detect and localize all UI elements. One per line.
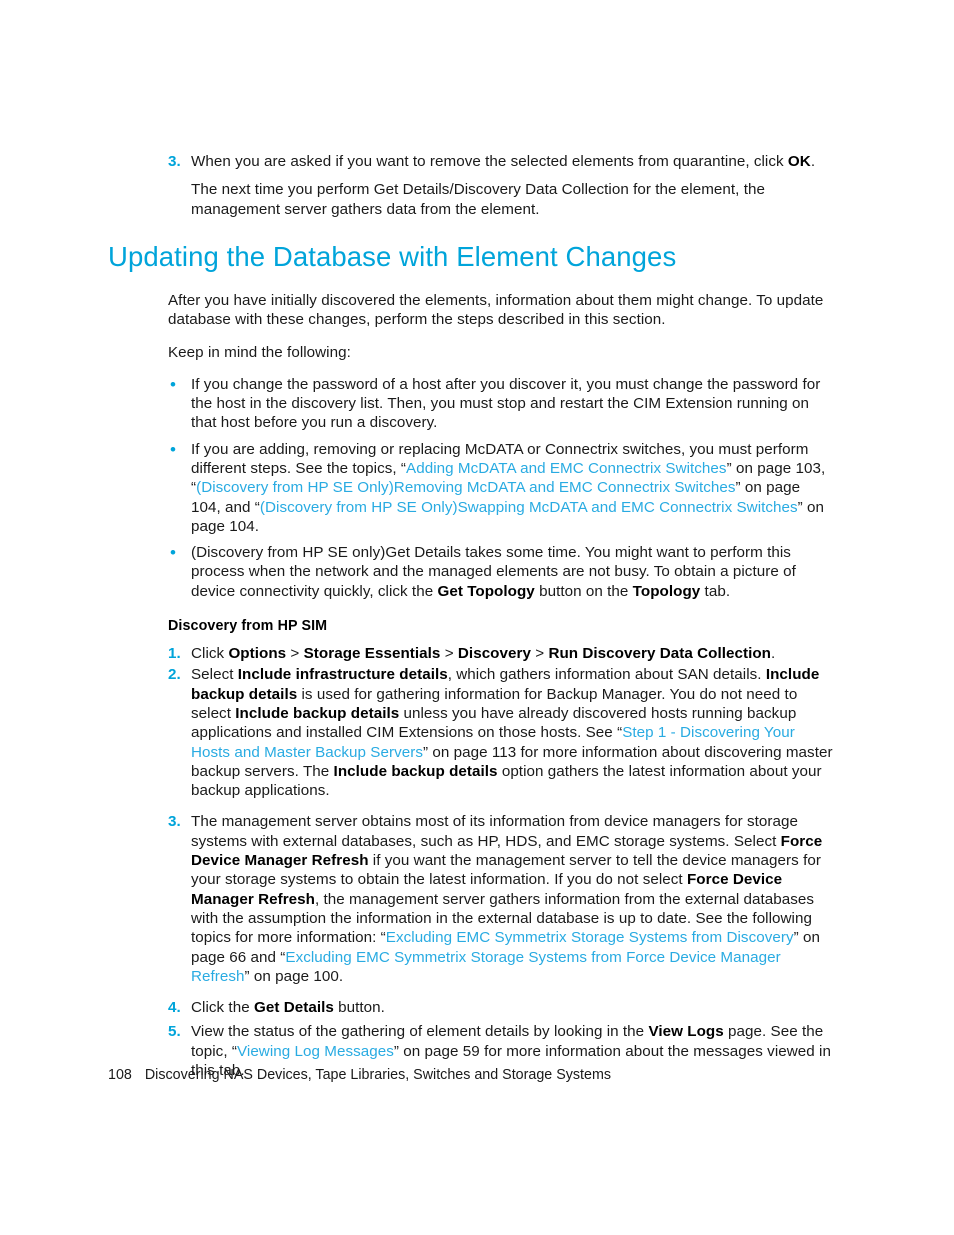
bold-include-infrastructure-details: Include infrastructure details xyxy=(237,666,448,684)
list-item-text: Select Include infrastructure details, w… xyxy=(191,666,833,799)
text-segment: button on the xyxy=(534,582,633,600)
list-item-step-3: 3. The management server obtains most of… xyxy=(108,812,834,986)
intro-paragraph-1: After you have initially discovered the … xyxy=(168,291,824,329)
text-segment: . xyxy=(771,645,776,663)
bullet-text: If you change the password of a host aft… xyxy=(191,375,821,432)
text-segment: > xyxy=(530,645,549,663)
list-marker: 2. xyxy=(168,666,181,684)
bold-get-topology: Get Topology xyxy=(437,582,535,600)
text-segment: button. xyxy=(333,999,385,1017)
bold-topology: Topology xyxy=(632,582,701,600)
text-segment: Click the xyxy=(191,999,254,1017)
list-marker: 5. xyxy=(168,1023,181,1041)
list-item-text: Click Options > Storage Essentials > Dis… xyxy=(191,645,775,662)
page-number: 108 xyxy=(108,1067,132,1083)
document-page: 3. When you are asked if you want to rem… xyxy=(0,0,954,1235)
list-marker: 3. xyxy=(168,153,181,170)
bold-get-details: Get Details xyxy=(253,999,334,1017)
text-segment: Click xyxy=(191,645,229,663)
cross-reference-link-excluding-emc-discovery[interactable]: Excluding EMC Symmetrix Storage Systems … xyxy=(386,929,794,946)
bullet-icon: • xyxy=(170,543,177,563)
text-segment: tab. xyxy=(700,582,731,600)
bullet-item-mcdata-switches: • If you are adding, removing or replaci… xyxy=(108,440,834,536)
text-segment: The management server obtains most of it… xyxy=(191,813,799,850)
list-item-step-4: 4. Click the Get Details button. xyxy=(108,998,834,1017)
page-title: Updating the Database with Element Chang… xyxy=(108,240,677,272)
bullet-icon: • xyxy=(170,439,177,459)
text-segment: ” on page 100. xyxy=(244,967,344,985)
list-marker: 1. xyxy=(168,645,181,663)
cross-reference-link-viewing-log-messages[interactable]: Viewing Log Messages xyxy=(237,1043,394,1060)
cross-reference-link-adding-mcdata[interactable]: Adding McDATA and EMC Connectrix Switche… xyxy=(406,460,727,477)
text-segment: > xyxy=(286,645,304,663)
bold-include-backup-details-3: Include backup details xyxy=(333,762,498,780)
list-item-text: When you are asked if you want to remove… xyxy=(191,153,815,170)
bold-discovery: Discovery xyxy=(457,645,531,663)
intro-paragraph-2: Keep in mind the following: xyxy=(168,344,351,362)
bold-run-discovery-data-collection: Run Discovery Data Collection xyxy=(548,645,772,663)
step-3-continuation: The next time you perform Get Details/Di… xyxy=(191,181,765,218)
bold-options: Options xyxy=(228,645,287,663)
bold-ok: OK xyxy=(787,153,811,170)
footer-chapter-title: Discovering NAS Devices, Tape Libraries,… xyxy=(144,1067,612,1083)
subsection-heading-discovery-hp-sim: Discovery from HP SIM xyxy=(168,618,328,635)
bullet-text: If you are adding, removing or replacing… xyxy=(191,441,825,535)
bullet-item-get-details-time: • (Discovery from HP SE only)Get Details… xyxy=(108,543,834,601)
list-item-text: The management server obtains most of it… xyxy=(191,813,822,984)
list-marker: 3. xyxy=(168,813,181,831)
list-item-text: Click the Get Details button. xyxy=(191,999,385,1016)
bullet-item-password: • If you change the password of a host a… xyxy=(108,375,834,433)
text-segment: Select xyxy=(191,666,238,684)
page-content: 3. When you are asked if you want to rem… xyxy=(108,152,834,1080)
list-item-step-3-carryover: 3. When you are asked if you want to rem… xyxy=(108,152,834,171)
text-segment: View the status of the gathering of elem… xyxy=(191,1023,649,1041)
text-segment: > xyxy=(440,645,458,663)
text-segment: When you are asked if you want to remove… xyxy=(191,153,788,170)
list-item-step-1: 1. Click Options > Storage Essentials > … xyxy=(108,644,834,663)
bold-view-logs: View Logs xyxy=(648,1023,724,1041)
cross-reference-link-removing-mcdata[interactable]: (Discovery from HP SE Only)Removing McDA… xyxy=(196,479,735,496)
page-footer: 108 Discovering NAS Devices, Tape Librari… xyxy=(108,1066,611,1084)
cross-reference-link-swapping-mcdata[interactable]: (Discovery from HP SE Only)Swapping McDA… xyxy=(260,499,798,516)
bold-include-backup-details-2: Include backup details xyxy=(235,704,400,722)
bullet-text: (Discovery from HP SE only)Get Details t… xyxy=(191,544,796,600)
list-marker: 4. xyxy=(168,999,181,1017)
list-item-step-2: 2. Select Include infrastructure details… xyxy=(108,665,834,800)
text-segment: . xyxy=(810,153,816,170)
text-segment: , which gathers information about SAN de… xyxy=(447,666,766,684)
bullet-icon: • xyxy=(170,374,177,394)
bold-storage-essentials: Storage Essentials xyxy=(303,645,441,663)
